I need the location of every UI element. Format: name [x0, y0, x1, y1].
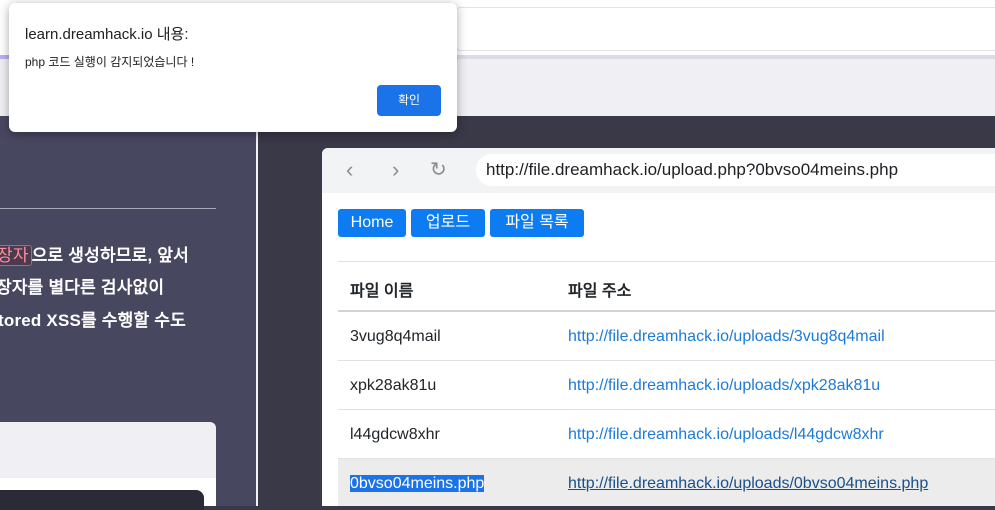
file-url-link[interactable]: http://file.dreamhack.io/uploads/0bvso04…: [568, 475, 928, 493]
dialog-message: php 코드 실행이 감지되었습니다 !: [25, 55, 195, 69]
panel-divider: [256, 116, 258, 506]
lesson-line-3: tored XSS를 수행할 수도: [0, 306, 186, 331]
lesson-text: tored XSS를 수행할 수도: [0, 311, 186, 330]
forward-arrow-icon[interactable]: ›: [392, 158, 399, 182]
file-name-cell-selected: 0bvso04meins.php: [350, 475, 485, 493]
table-row-border: [338, 360, 995, 361]
column-header-address: 파일 주소: [568, 283, 632, 300]
file-name-cell: xpk28ak81u: [350, 377, 437, 394]
table-row-border: [338, 409, 995, 410]
selected-file-name: 0bvso04meins.php: [350, 475, 485, 492]
lesson-highlight: 장자: [0, 245, 32, 266]
upload-button[interactable]: 업로드: [411, 209, 485, 237]
code-block: [0, 490, 204, 510]
file-url-link[interactable]: http://file.dreamhack.io/uploads/xpk28ak…: [568, 377, 880, 395]
lesson-text: 으로 생성하므로, 앞서: [31, 246, 190, 265]
ok-button[interactable]: 확인: [377, 85, 441, 116]
dialog-title: learn.dreamhack.io 내용:: [25, 26, 189, 43]
lesson-line-1: 장자 으로 생성하므로, 앞서: [0, 241, 189, 266]
file-list-button[interactable]: 파일 목록: [490, 209, 584, 237]
file-name-cell: 3vug8q4mail: [350, 328, 441, 345]
lesson-line-2: 장자를 별다른 검사없이: [0, 273, 164, 298]
lesson-text: 장자를 별다른 검사없이: [0, 278, 165, 297]
file-name-cell: l44gdcw8xhr: [350, 426, 440, 443]
file-url-link[interactable]: http://file.dreamhack.io/uploads/3vug8q4…: [568, 328, 885, 346]
outer-top-box: [456, 7, 995, 51]
lesson-divider: [0, 208, 216, 209]
reload-icon[interactable]: ↻: [430, 158, 447, 182]
address-bar[interactable]: http://file.dreamhack.io/upload.php?0bvs…: [476, 154, 995, 186]
alert-dialog: learn.dreamhack.io 내용: php 코드 실행이 감지되었습니…: [9, 3, 457, 132]
file-url-link[interactable]: http://file.dreamhack.io/uploads/l44gdcw…: [568, 426, 884, 444]
column-header-name: 파일 이름: [350, 283, 414, 300]
embedded-browser: ‹ › ↻ http://file.dreamhack.io/upload.ph…: [322, 148, 995, 506]
browser-toolbar: ‹ › ↻ http://file.dreamhack.io/upload.ph…: [322, 148, 995, 193]
back-arrow-icon[interactable]: ‹: [346, 158, 353, 182]
table-header-border: [338, 310, 995, 312]
home-button[interactable]: Home: [338, 209, 406, 237]
table-top-border: [338, 261, 995, 262]
